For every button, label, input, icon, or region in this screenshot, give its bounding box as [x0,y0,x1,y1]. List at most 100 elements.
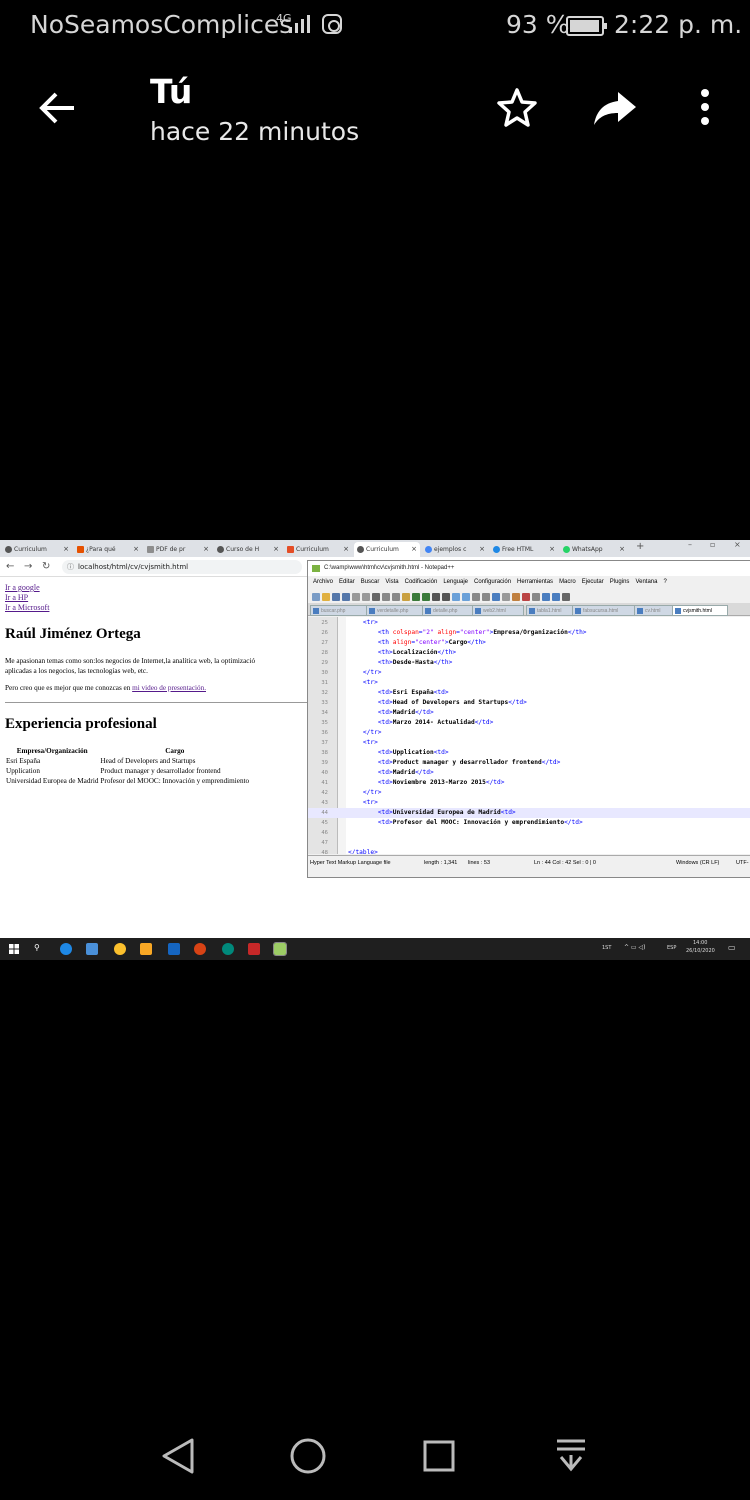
browser-tab[interactable]: PDF de pr × [144,542,212,557]
play-icon[interactable] [542,593,550,601]
close-icon[interactable]: × [63,542,69,557]
close-icon[interactable]: × [619,542,625,557]
copy-icon[interactable] [392,593,400,601]
address-bar[interactable]: localhost/html/cv/cvjsmith.html [62,560,302,574]
chrome-icon[interactable] [114,943,126,955]
file-tab[interactable]: cv.html [634,605,674,616]
menu-item[interactable]: Plugins [610,579,630,585]
close-icon[interactable]: × [343,542,349,557]
browser-tab[interactable]: Free HTML × [490,542,558,557]
powerpoint-icon[interactable] [194,943,206,955]
close-icon[interactable]: × [411,542,417,557]
mail-icon[interactable] [86,943,98,955]
menu-item[interactable]: Configuración [474,579,511,585]
window-close-button[interactable]: × [734,540,741,549]
save-all-icon[interactable] [342,593,350,601]
file-tab-active[interactable]: cvjsmith.html [672,605,728,616]
browser-tab[interactable]: Curriculum × [284,542,352,557]
nav-notification-down-icon[interactable] [554,1437,588,1477]
link-google[interactable]: Ir a google [5,583,49,593]
menu-item[interactable]: ? [663,579,666,585]
redo-icon[interactable] [422,593,430,601]
file-tab[interactable]: web2.html [472,605,524,616]
zoom-out-icon[interactable] [462,593,470,601]
menu-item[interactable]: Codificación [405,579,438,585]
new-tab-button[interactable]: + [636,541,644,552]
doc-map-icon[interactable] [502,593,510,601]
maximize-button[interactable]: ▫ [710,540,715,549]
menu-item[interactable]: Herramientas [517,579,553,585]
windows-start-icon[interactable] [8,943,20,955]
close-icon[interactable]: × [549,542,555,557]
browser-tab[interactable]: Curriculum × [2,542,72,557]
paste-icon[interactable] [402,593,410,601]
menu-item[interactable]: Lenguaje [443,579,468,585]
teamviewer-icon[interactable] [60,943,72,955]
close-icon[interactable]: × [203,542,209,557]
tray-icons[interactable]: ^ ▭ ◁) [624,944,645,951]
cut-icon[interactable] [382,593,390,601]
menu-item[interactable]: Macro [559,579,576,585]
app-icon[interactable] [248,943,260,955]
file-tab[interactable]: verdetalle.php [366,605,424,616]
replace-icon[interactable] [442,593,450,601]
shared-screenshot[interactable]: Curriculum × ¿Para qué × PDF de pr × Curso … [0,540,750,960]
edge-icon[interactable] [222,943,234,955]
video-link[interactable]: mi video de presentación. [132,684,206,692]
nav-recents-icon[interactable] [422,1439,456,1473]
notifications-icon[interactable]: ▭ [728,943,736,952]
close-file-icon[interactable] [352,593,360,601]
notepad-plus-plus-icon[interactable] [273,942,287,956]
stop-icon[interactable] [532,593,540,601]
save-macro-icon[interactable] [562,593,570,601]
sync-icon[interactable] [472,593,480,601]
folder-icon[interactable] [512,593,520,601]
code-editor[interactable]: 25 <tr> 26 <th colspan="2" align="center… [308,617,750,854]
link-hp[interactable]: Ir a HP [5,593,49,603]
new-file-icon[interactable] [312,593,320,601]
browser-tab[interactable]: ejemplos c × [422,542,488,557]
file-tab[interactable]: tabla1.html [526,605,574,616]
search-icon[interactable]: ⚲ [34,943,46,955]
browser-forward-icon[interactable]: → [24,561,32,572]
back-arrow-icon[interactable] [36,88,80,128]
menu-item[interactable]: Ventana [635,579,657,585]
menu-item[interactable]: Buscar [361,579,380,585]
file-explorer-icon[interactable] [140,943,152,955]
play-multiple-icon[interactable] [552,593,560,601]
browser-back-icon[interactable]: ← [6,561,14,572]
indent-icon[interactable] [492,593,500,601]
link-microsoft[interactable]: Ir a Microsoft [5,603,49,613]
nav-back-icon[interactable] [160,1436,196,1476]
word-icon[interactable] [168,943,180,955]
menu-item[interactable]: Vista [385,579,398,585]
reload-icon[interactable]: ↻ [42,561,50,572]
close-icon[interactable]: × [133,542,139,557]
close-all-icon[interactable] [362,593,370,601]
undo-icon[interactable] [412,593,420,601]
more-vert-icon[interactable] [694,88,716,128]
close-icon[interactable]: × [479,542,485,557]
menu-item[interactable]: Archivo [313,579,333,585]
menu-item[interactable]: Ejecutar [582,579,604,585]
open-file-icon[interactable] [322,593,330,601]
wrap-icon[interactable] [482,593,490,601]
save-icon[interactable] [332,593,340,601]
browser-tab[interactable]: Curso de H × [214,542,282,557]
file-tab[interactable]: buscar.php [310,605,368,616]
menu-item[interactable]: Editar [339,579,355,585]
file-tab[interactable]: fabsucursa.html [572,605,636,616]
minimize-button[interactable]: – [688,540,692,549]
record-icon[interactable] [522,593,530,601]
find-icon[interactable] [432,593,440,601]
forward-icon[interactable] [592,88,638,128]
browser-tab[interactable]: ¿Para qué × [74,542,142,557]
language-indicator[interactable]: ESP [667,945,676,951]
print-icon[interactable] [372,593,380,601]
star-icon[interactable] [496,86,538,128]
nav-home-icon[interactable] [288,1436,328,1476]
close-icon[interactable]: × [273,542,279,557]
zoom-in-icon[interactable] [452,593,460,601]
browser-tab-active[interactable]: Curriculum × [354,542,420,557]
browser-tab[interactable]: WhatsApp × [560,542,628,557]
